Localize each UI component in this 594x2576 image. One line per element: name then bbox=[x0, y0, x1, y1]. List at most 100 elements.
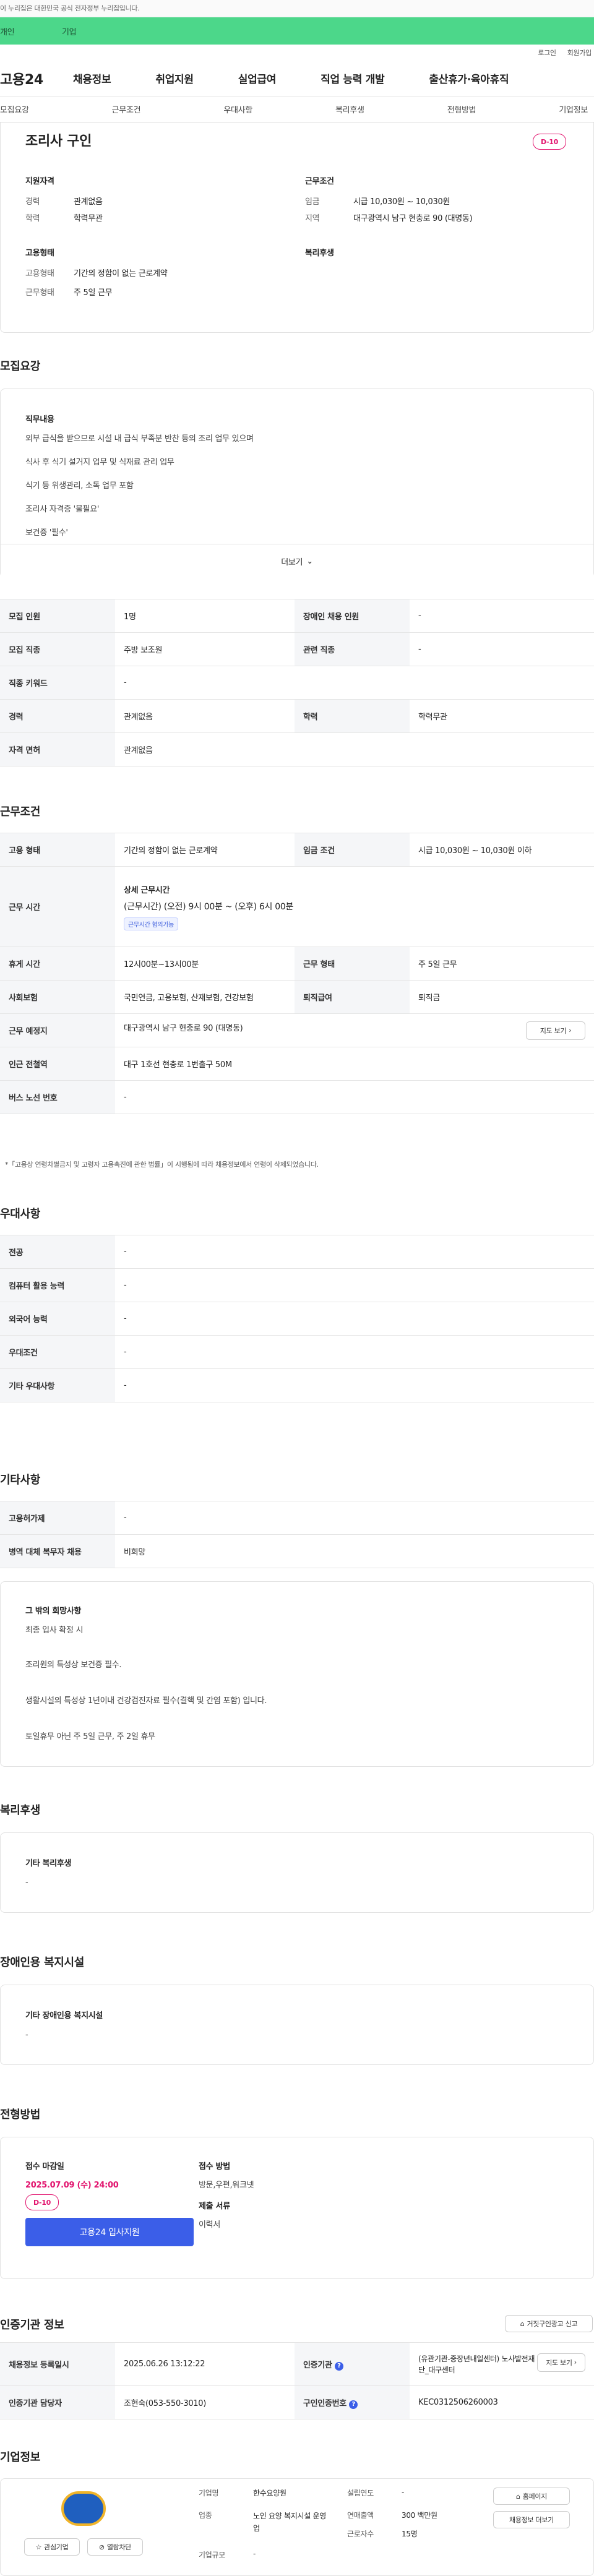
join-link[interactable]: 회원가입 bbox=[567, 48, 592, 58]
table-row: 사회보험 국민연금, 고용보험, 산재보험, 건강보험 퇴직급여 퇴직금 bbox=[0, 980, 594, 1014]
tab-company[interactable]: 기업정보 bbox=[559, 103, 588, 115]
disab-heading: 장애인용 복지시설 bbox=[0, 1956, 85, 1969]
homepage-button[interactable]: ⌂ 홈페이지 bbox=[493, 2488, 570, 2505]
area-label: 지역 bbox=[305, 214, 320, 223]
table-header: 인증기관 ? bbox=[295, 2342, 410, 2386]
company-heading: 기업정보 bbox=[0, 2451, 41, 2464]
hours-cell: 상세 근무시간 (근무시간) (오전) 9시 00분 ~ (오후) 6시 00분… bbox=[115, 866, 594, 947]
tab-conditions[interactable]: 근무조건 bbox=[112, 103, 141, 115]
table-header: 채용정보 등록일시 bbox=[0, 2342, 115, 2386]
tab-welfare[interactable]: 복리후생 bbox=[335, 103, 364, 115]
org-cell: (유관기관-중장년내일센터) 노사발전재단_대구센터 지도 보기 › bbox=[410, 2342, 594, 2386]
apply-button[interactable]: 고용24 입사지원 bbox=[25, 2218, 194, 2246]
star-icon: ☆ bbox=[35, 2543, 42, 2551]
table-cell: - bbox=[115, 666, 594, 700]
nav-item-jobs[interactable]: 채용정보 bbox=[73, 71, 111, 86]
nav-item-training[interactable]: 직업 능력 개발 bbox=[321, 71, 385, 86]
tab-selection[interactable]: 전형방법 bbox=[447, 103, 476, 115]
industry-value: 노인 요양 복지시설 운영업 bbox=[253, 2512, 326, 2533]
table-header: 장애인 채용 인원 bbox=[295, 599, 410, 633]
company-card: ☆ 관심기업 ⊘ 열람차단 기업명 한수요양원 업종 노인 요양 복지시설 운영업 … bbox=[0, 2478, 594, 2576]
home-icon: ⌂ bbox=[516, 2492, 520, 2501]
table-cell: 주방 보조원 bbox=[115, 632, 295, 666]
table-header: 휴게 시간 bbox=[0, 947, 115, 981]
etc-table: 고용허가제 - 병역 대체 복무자 채용 비희망 bbox=[0, 1501, 594, 1568]
location-value: 대구광역시 남구 현충로 90 (대명동) bbox=[124, 1023, 243, 1033]
mode-company-tab[interactable]: 기업 bbox=[62, 25, 121, 37]
established-label: 설립연도 bbox=[347, 2489, 374, 2497]
employment-type-value: 기간의 정함이 없는 근로계약 bbox=[74, 269, 168, 278]
favorite-company-button[interactable]: ☆ 관심기업 bbox=[24, 2538, 80, 2556]
mode-switch: 개인 기업 bbox=[0, 17, 594, 45]
employment-block: 고용형태 고용형태 기간의 정함이 없는 근로계약 근무형태 주 5일 근무 bbox=[25, 246, 168, 298]
table-cell: - bbox=[115, 1302, 594, 1336]
table-header: 학력 bbox=[295, 699, 410, 733]
disab-card: 기타 장애인용 복지시설 - bbox=[0, 1985, 594, 2065]
table-row: 전공 - bbox=[0, 1235, 594, 1269]
sales-label: 연매출액 bbox=[347, 2511, 374, 2520]
table-row: 우대조건 - bbox=[0, 1335, 594, 1369]
block-label: 열람차단 bbox=[106, 2543, 132, 2551]
disab-title: 기타 장애인용 복지시설 bbox=[25, 2011, 103, 2020]
nav-item-leave[interactable]: 출산휴가·육아휴직 bbox=[429, 71, 509, 86]
table-header: 경력 bbox=[0, 699, 115, 733]
duty-line: 보건증 '필수' bbox=[25, 528, 68, 538]
welfare-summary-title: 복리후생 bbox=[305, 249, 334, 258]
utility-menu: 로그인 회원가입 bbox=[0, 45, 594, 61]
sales-value: 300 백만원 bbox=[402, 2511, 437, 2520]
site-logo[interactable]: 고용24 bbox=[0, 69, 73, 88]
table-header: 모집 직종 bbox=[0, 632, 115, 666]
company-name-label: 기업명 bbox=[199, 2489, 219, 2497]
duty-line: 외부 급식을 받으므로 시설 내 급식 부족분 반찬 등의 조리 업무 있으며 bbox=[25, 434, 254, 444]
hope-card: 그 밖의 희망사항 최종 입사 확정 시 조리원의 특성상 보건증 필수. 생활… bbox=[0, 1581, 594, 1767]
table-cell: KEC0312506260003 bbox=[410, 2385, 594, 2419]
table-row: 인근 전철역 대구 1호선 현충로 1번출구 50M bbox=[0, 1047, 594, 1081]
table-header: 근무 예정지 bbox=[0, 1013, 115, 1047]
table-header: 자격 면허 bbox=[0, 732, 115, 766]
homepage-label: 홈페이지 bbox=[522, 2492, 548, 2501]
map-view-button[interactable]: 지도 보기 › bbox=[526, 1021, 585, 1040]
main-nav: 고용24 채용정보 취업지원 실업급여 직업 능력 개발 출산휴가·육아휴직 bbox=[0, 61, 594, 97]
table-header: 임금 조건 bbox=[295, 833, 410, 867]
table-header: 구인인증번호 ? bbox=[295, 2385, 410, 2419]
duty-line: 식기 등 위생관리, 소독 업무 포함 bbox=[25, 481, 134, 491]
more-label: 더보기 bbox=[281, 557, 303, 567]
nav-item-employment-support[interactable]: 취업지원 bbox=[155, 71, 194, 86]
tab-preferences[interactable]: 우대사항 bbox=[223, 103, 252, 115]
hope-line: 조리원의 특성상 보건증 필수. bbox=[25, 1660, 122, 1670]
table-cell: 조현숙(053-550-3010) bbox=[115, 2385, 295, 2419]
conditions-block: 근무조건 임금 시급 10,030원 ~ 10,030원 지역 대구광역시 남구 현… bbox=[305, 174, 473, 223]
table-row: 경력 관계없음 학력 학력무관 bbox=[0, 699, 594, 733]
chevron-right-icon: › bbox=[574, 2358, 577, 2366]
table-row: 컴퓨터 활용 능력 - bbox=[0, 1268, 594, 1302]
info-icon[interactable]: ? bbox=[349, 2400, 358, 2409]
welfare-value: - bbox=[25, 1878, 28, 1887]
table-cell: 학력무관 bbox=[410, 699, 594, 733]
report-fake-ad-button[interactable]: ⌂ 거짓구인광고 신고 bbox=[505, 2315, 593, 2332]
table-cell: - bbox=[115, 1501, 594, 1535]
table-cell: - bbox=[115, 1080, 594, 1114]
area-value: 대구광역시 남구 현충로 90 (대명동) bbox=[353, 214, 473, 223]
dday-badge: D-10 bbox=[533, 134, 566, 150]
nav-item-unemployment-benefit[interactable]: 실업급여 bbox=[238, 71, 277, 86]
home-icon: ⌂ bbox=[520, 2319, 525, 2328]
org-map-button[interactable]: 지도 보기 › bbox=[537, 2353, 585, 2372]
map-view-label: 지도 보기 bbox=[540, 1026, 567, 1035]
tab-recruit[interactable]: 모집요강 bbox=[0, 103, 29, 115]
pref-heading: 우대사항 bbox=[0, 1208, 41, 1221]
block-view-button[interactable]: ⊘ 열람차단 bbox=[87, 2538, 143, 2556]
more-button[interactable]: 더보기 ⌄ bbox=[1, 544, 593, 578]
table-cell: 퇴직금 bbox=[410, 980, 594, 1014]
table-row: 근무 시간 상세 근무시간 (근무시간) (오전) 9시 00분 ~ (오후) … bbox=[0, 866, 594, 947]
info-icon[interactable]: ? bbox=[334, 2361, 343, 2371]
job-title: 조리사 구인 bbox=[25, 134, 92, 149]
section-tabs: 모집요강 근무조건 우대사항 복리후생 전형방법 기업정보 bbox=[0, 97, 594, 122]
welfare-card: 기타 복리후생 - bbox=[0, 1832, 594, 1913]
company-jobs-button[interactable]: 채용정보 더보기 bbox=[493, 2511, 570, 2528]
mode-individual-tab[interactable]: 개인 bbox=[0, 25, 62, 37]
duty-title: 직무내용 bbox=[25, 415, 54, 424]
org-value: (유관기관-중장년내일센터) 노사발전재단_대구센터 bbox=[418, 2354, 535, 2374]
pref-table: 전공 - 컴퓨터 활용 능력 - 외국어 능력 - 우대조건 - 기타 우대사항 - bbox=[0, 1235, 594, 1402]
login-link[interactable]: 로그인 bbox=[538, 48, 556, 58]
gov-notice-bar: 이 누리집은 대한민국 공식 전자정부 누리집입니다. bbox=[0, 0, 594, 17]
